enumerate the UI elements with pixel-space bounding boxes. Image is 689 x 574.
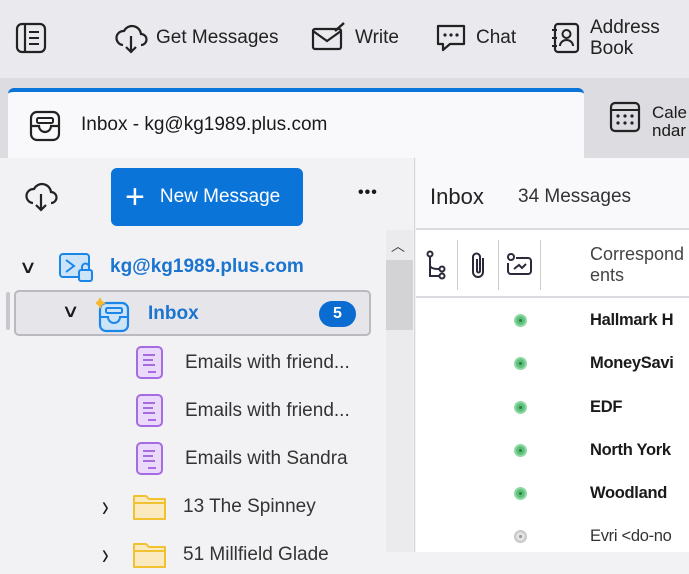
- folder-inbox[interactable]: ∨ Inbox 5: [14, 290, 371, 336]
- compose-icon: [311, 21, 347, 55]
- chat-label: Chat: [476, 27, 517, 48]
- inbox-icon: [96, 296, 134, 334]
- folder-item[interactable]: › 51 Millfield Glade: [102, 536, 329, 574]
- folder-pane: + New Message ••• ︿ ∨ kg@kg1989.plus.com…: [0, 158, 415, 571]
- folder-icon: [132, 492, 168, 522]
- folder-item[interactable]: › 13 The Spinney: [102, 488, 316, 526]
- scroll-up-icon[interactable]: ︿: [391, 236, 405, 256]
- unread-status-icon[interactable]: [514, 401, 527, 414]
- calendar-icon: [608, 98, 642, 134]
- chevron-right-icon[interactable]: ›: [102, 538, 126, 573]
- sender: Hallmark H: [590, 311, 674, 329]
- scrollbar-thumb[interactable]: [386, 260, 413, 330]
- folder-label: Emails with Sandra: [185, 448, 348, 469]
- new-message-label: New Message: [159, 186, 281, 207]
- folder-saved-search[interactable]: Emails with friend...: [135, 392, 350, 430]
- read-status-icon[interactable]: [514, 530, 527, 543]
- more-options-button[interactable]: •••: [358, 184, 378, 202]
- tab-label: Inbox - kg@kg1989.plus.com: [81, 114, 328, 135]
- message-count: 34 Messages: [518, 186, 632, 207]
- unread-badge: 5: [319, 301, 356, 327]
- get-messages-icon[interactable]: [24, 178, 58, 214]
- message-row[interactable]: EDF: [416, 386, 689, 429]
- inbox-tab-icon: [28, 109, 62, 143]
- tab-label: Calendar: [652, 103, 687, 140]
- correspondents-column-header[interactable]: Correspondents: [590, 244, 685, 286]
- message-row[interactable]: North York: [416, 429, 689, 472]
- chevron-right-icon[interactable]: ›: [102, 490, 126, 525]
- chevron-down-icon[interactable]: ∨: [61, 301, 79, 322]
- account-icon: [58, 251, 94, 283]
- main-toolbar: Get Messages Write Chat Address Book: [0, 0, 689, 78]
- folder-scrollbar[interactable]: ︿: [386, 230, 413, 552]
- column-divider: [540, 240, 541, 290]
- folder-label: Emails with friend...: [185, 400, 350, 421]
- folder-title: Inbox: [430, 184, 484, 209]
- chat-button[interactable]: Chat: [434, 18, 516, 58]
- resize-handle[interactable]: [6, 292, 10, 330]
- chevron-down-icon[interactable]: ∨: [19, 257, 55, 278]
- folder-label: 51 Millfield Glade: [183, 544, 329, 565]
- get-messages-button[interactable]: Get Messages: [114, 18, 279, 58]
- message-row[interactable]: Woodland: [416, 472, 689, 515]
- unread-status-icon[interactable]: [514, 314, 527, 327]
- app-menu-button[interactable]: [14, 18, 48, 58]
- account-row[interactable]: ∨ kg@kg1989.plus.com: [19, 250, 304, 284]
- folder-label: Emails with friend...: [185, 352, 350, 373]
- message-list-header: Inbox 34 Messages: [416, 158, 689, 230]
- folder-icon: [132, 540, 168, 570]
- thread-column-icon[interactable]: [426, 250, 448, 280]
- address-book-button[interactable]: Address Book: [550, 17, 689, 59]
- write-label: Write: [355, 27, 399, 48]
- write-button[interactable]: Write: [311, 18, 399, 58]
- folder-saved-search[interactable]: Emails with friend...: [135, 344, 350, 382]
- message-pane: Inbox 34 Messages Correspondents Hallmar…: [416, 158, 689, 552]
- address-book-label: Address Book: [590, 17, 660, 59]
- tab-inbox[interactable]: Inbox - kg@kg1989.plus.com: [8, 88, 584, 158]
- inbox-label: Inbox: [148, 303, 199, 324]
- new-message-button[interactable]: + New Message: [111, 168, 303, 226]
- column-divider: [498, 240, 499, 290]
- sender: MoneySavi: [590, 354, 674, 372]
- unread-status-icon[interactable]: [514, 487, 527, 500]
- unread-status-icon[interactable]: [514, 357, 527, 370]
- sender: EDF: [590, 398, 623, 416]
- sender: Evri <do-no: [590, 527, 672, 545]
- folder-saved-search[interactable]: Emails with Sandra: [135, 440, 348, 478]
- chat-icon: [434, 21, 468, 55]
- address-book-icon: [550, 21, 582, 55]
- saved-search-icon: [135, 345, 165, 381]
- cloud-download-icon: [114, 21, 148, 55]
- attachment-column-icon[interactable]: [470, 250, 488, 280]
- read-status-column-icon[interactable]: [506, 252, 534, 278]
- column-divider: [457, 240, 458, 290]
- saved-search-icon: [135, 393, 165, 429]
- message-row[interactable]: MoneySavi: [416, 342, 689, 385]
- unread-status-icon[interactable]: [514, 444, 527, 457]
- tab-calendar[interactable]: Calendar: [608, 98, 689, 140]
- get-messages-label: Get Messages: [156, 27, 279, 48]
- folder-label: 13 The Spinney: [183, 496, 316, 517]
- plus-icon: +: [125, 178, 145, 216]
- saved-search-icon: [135, 441, 165, 477]
- sender: Woodland: [590, 484, 668, 502]
- column-header: Correspondents: [416, 232, 689, 298]
- account-name: kg@kg1989.plus.com: [110, 256, 304, 277]
- sidebar-menu-icon: [14, 21, 48, 55]
- sender: North York: [590, 441, 671, 459]
- message-row[interactable]: Hallmark H: [416, 299, 689, 342]
